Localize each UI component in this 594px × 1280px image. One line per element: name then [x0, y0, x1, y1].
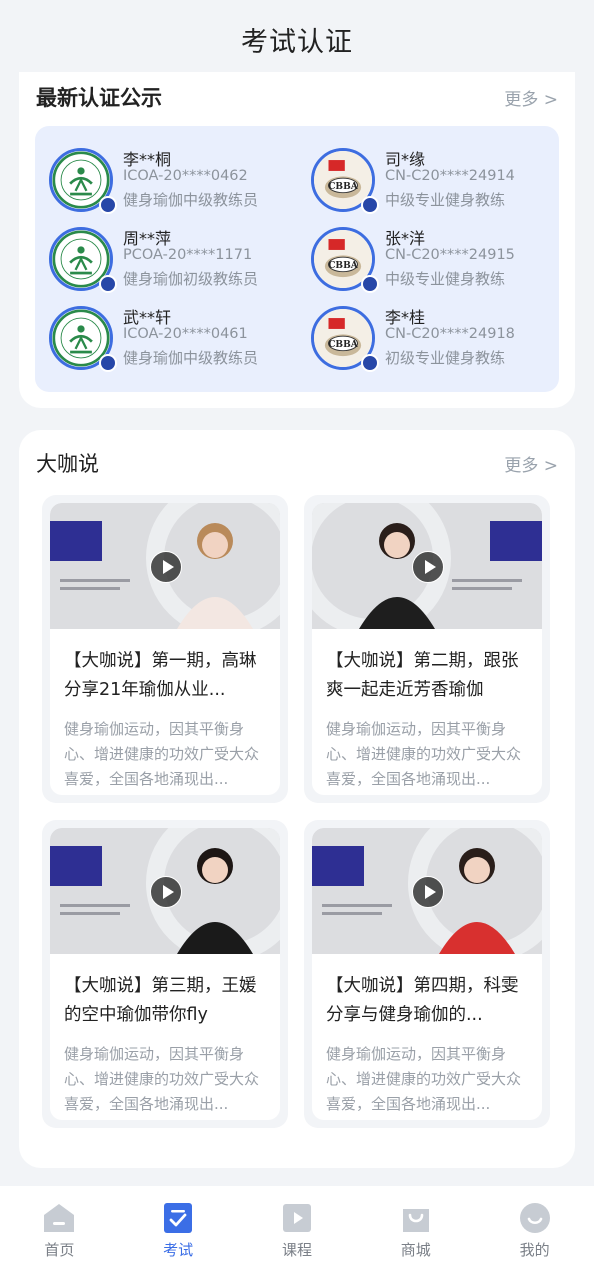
cert-number: CN-C20****24914: [385, 168, 515, 184]
cert-item[interactable]: CBBA 张*洋 CN-C20****24915 中级专业健身教练: [311, 225, 561, 301]
talk-title: 【大咖说】第一期，高琳分享21年瑜伽从业...: [64, 651, 257, 700]
cert-level: 中级专业健身教练: [385, 191, 506, 209]
cert-item[interactable]: 武**轩 ICOA-20****0461 健身瑜伽中级教练员: [49, 304, 299, 380]
tab-label: 课程: [281, 1241, 312, 1259]
svg-text:CBBA: CBBA: [328, 260, 358, 271]
cert-item[interactable]: CBBA 司*缘 CN-C20****24914 中级专业健身教练: [311, 146, 561, 222]
tab-course[interactable]: 课程: [252, 1201, 342, 1260]
tab-label: 商城: [400, 1241, 431, 1259]
play-icon[interactable]: [412, 876, 444, 908]
svg-text:CBBA: CBBA: [328, 339, 358, 350]
cert-item[interactable]: CBBA 李*桂 CN-C20****24918 初级专业健身教练: [311, 304, 561, 380]
cert-announcement-card: 最新认证公示 更多 > 李**桐 ICOA-20****0462 健身瑜伽中级教…: [19, 72, 575, 408]
verified-icon: [99, 196, 117, 214]
verified-icon: [361, 275, 379, 293]
cert-level: 中级专业健身教练: [385, 270, 506, 288]
shop-icon: [402, 1209, 429, 1232]
talk-card-body: 【大咖说】第四期，科雯分享与健身瑜伽的... 健身瑜伽运动，因其平衡身心、增进健…: [312, 828, 542, 1120]
cert-name: 武**轩: [123, 308, 172, 327]
cert-number: ICOA-20****0461: [123, 326, 248, 342]
cert-name: 李*桂: [385, 308, 426, 327]
cert-item[interactable]: 周**萍 PCOA-20****1171 健身瑜伽初级教练员: [49, 225, 299, 301]
talk-title: 【大咖说】第三期，王媛的空中瑜伽带你fly: [64, 976, 257, 1025]
tab-exam[interactable]: 考试: [133, 1201, 223, 1260]
cert-level: 健身瑜伽初级教练员: [123, 270, 259, 288]
bottom-tab-bar: 首页 考试 课程 商城 我的: [0, 1186, 594, 1280]
talk-description: 健身瑜伽运动，因其平衡身心、增进健康的功效广受大众喜爱，全国各地涌现出...: [64, 1045, 260, 1113]
page-title: 考试认证: [241, 26, 353, 58]
talk-description: 健身瑜伽运动，因其平衡身心、增进健康的功效广受大众喜爱，全国各地涌现出...: [326, 720, 522, 788]
talk-card[interactable]: 【大咖说】第一期，高琳分享21年瑜伽从业... 健身瑜伽运动，因其平衡身心、增进…: [42, 495, 288, 803]
verified-icon: [99, 275, 117, 293]
cert-level: 初级专业健身教练: [385, 349, 506, 367]
cert-name: 周**萍: [123, 229, 172, 248]
cert-level: 健身瑜伽中级教练员: [123, 191, 259, 209]
talk-description: 健身瑜伽运动，因其平衡身心、增进健康的功效广受大众喜爱，全国各地涌现出...: [64, 720, 260, 788]
cert-list: 李**桐 ICOA-20****0462 健身瑜伽中级教练员 CBBA 司*缘 …: [35, 126, 559, 392]
tab-label: 考试: [163, 1241, 194, 1259]
cert-section-title: 最新认证公示: [36, 86, 162, 110]
play-icon[interactable]: [150, 876, 182, 908]
page-header: 考试认证: [0, 0, 594, 78]
talk-card-body: 【大咖说】第二期，跟张爽一起走近芳香瑜伽 健身瑜伽运动，因其平衡身心、增进健康的…: [312, 503, 542, 795]
cert-item[interactable]: 李**桐 ICOA-20****0462 健身瑜伽中级教练员: [49, 146, 299, 222]
cert-number: CN-C20****24915: [385, 247, 515, 263]
tab-label: 我的: [519, 1241, 550, 1259]
cert-number: PCOA-20****1171: [123, 247, 253, 263]
cert-name: 张*洋: [385, 229, 426, 248]
cert-name: 李**桐: [123, 150, 172, 169]
tab-label: 首页: [44, 1241, 75, 1259]
cert-number: ICOA-20****0462: [123, 168, 248, 184]
play-icon[interactable]: [150, 551, 182, 583]
cert-number: CN-C20****24918: [385, 326, 515, 342]
tab-shop[interactable]: 商城: [371, 1201, 461, 1260]
talk-card[interactable]: 【大咖说】第四期，科雯分享与健身瑜伽的... 健身瑜伽运动，因其平衡身心、增进健…: [304, 820, 550, 1128]
cert-name: 司*缘: [385, 150, 426, 169]
expert-talk-card: 大咖说 更多 > 【大咖说】第一期，高琳分享21年瑜伽从业... 健身瑜伽运动，…: [19, 430, 575, 1168]
svg-text:CBBA: CBBA: [328, 181, 358, 192]
cert-more-link[interactable]: 更多 >: [504, 85, 558, 110]
talk-card[interactable]: 【大咖说】第二期，跟张爽一起走近芳香瑜伽 健身瑜伽运动，因其平衡身心、增进健康的…: [304, 495, 550, 803]
talk-card[interactable]: 【大咖说】第三期，王媛的空中瑜伽带你fly 健身瑜伽运动，因其平衡身心、增进健康…: [42, 820, 288, 1128]
play-icon[interactable]: [412, 551, 444, 583]
cert-level: 健身瑜伽中级教练员: [123, 349, 259, 367]
tab-profile[interactable]: 我的: [490, 1201, 580, 1260]
talk-title: 【大咖说】第四期，科雯分享与健身瑜伽的...: [326, 976, 519, 1025]
talk-more-link[interactable]: 更多 >: [504, 451, 558, 476]
profile-icon: [519, 1203, 550, 1233]
talk-card-body: 【大咖说】第三期，王媛的空中瑜伽带你fly 健身瑜伽运动，因其平衡身心、增进健康…: [50, 828, 280, 1120]
talk-card-body: 【大咖说】第一期，高琳分享21年瑜伽从业... 健身瑜伽运动，因其平衡身心、增进…: [50, 503, 280, 795]
cert-section-header: 最新认证公示 更多 >: [36, 82, 558, 112]
talk-section-header: 大咖说 更多 >: [36, 448, 558, 478]
tab-home[interactable]: 首页: [14, 1201, 104, 1260]
verified-icon: [361, 354, 379, 372]
verified-icon: [99, 354, 117, 372]
verified-icon: [361, 196, 379, 214]
talk-title: 【大咖说】第二期，跟张爽一起走近芳香瑜伽: [326, 651, 519, 700]
course-icon: [282, 1204, 311, 1232]
home-icon: [44, 1204, 75, 1232]
exam-icon: [164, 1203, 193, 1233]
talk-section-title: 大咖说: [36, 452, 99, 476]
talk-description: 健身瑜伽运动，因其平衡身心、增进健康的功效广受大众喜爱，全国各地涌现出...: [326, 1045, 522, 1113]
